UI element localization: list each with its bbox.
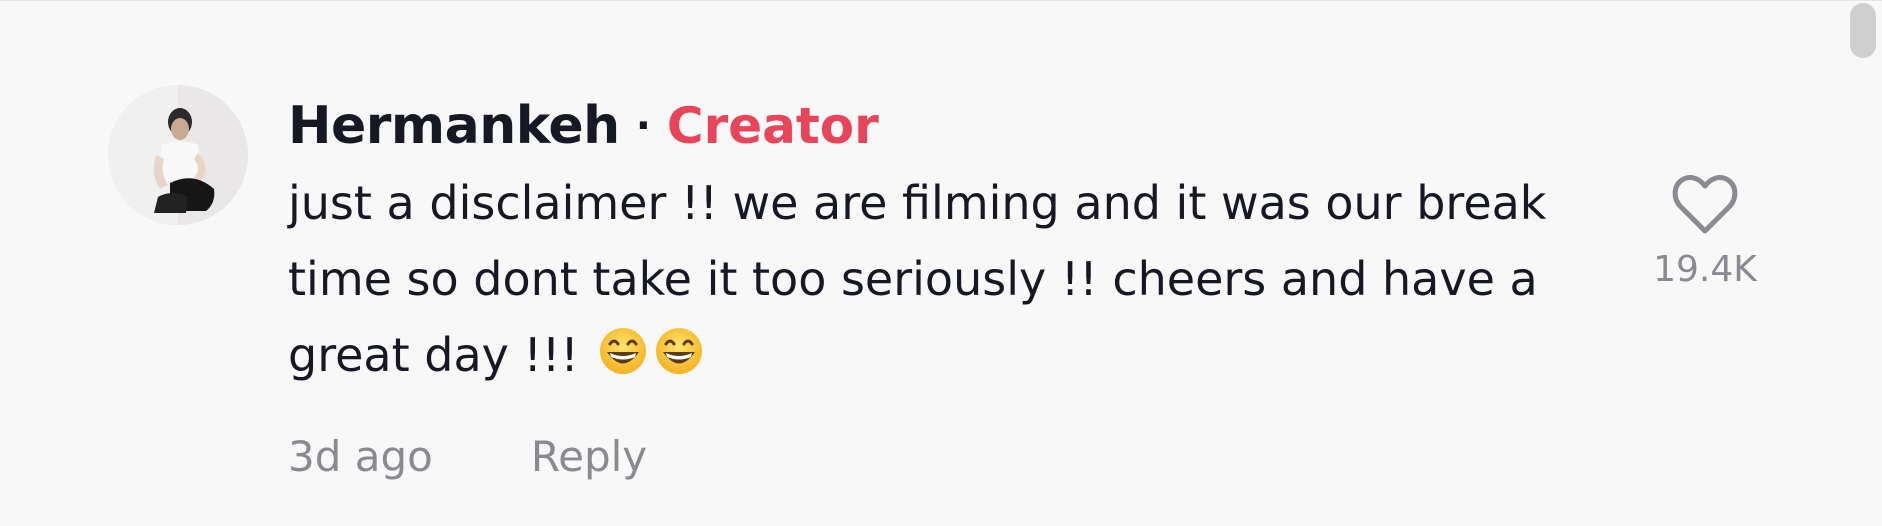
avatar[interactable] — [108, 85, 248, 225]
grinning-face-with-smiling-eyes-icon — [600, 328, 647, 374]
comment-text-content: just a disclaimer !! we are filming and … — [288, 176, 1547, 382]
creator-badge: Creator — [666, 97, 879, 155]
like-section: 19.4K — [1650, 169, 1760, 290]
comment-text: just a disclaimer !! we are filming and … — [288, 165, 1608, 393]
scrollbar-thumb[interactable] — [1850, 3, 1876, 58]
reply-button[interactable]: Reply — [531, 432, 647, 481]
separator-dot: · — [635, 103, 651, 149]
avatar-image — [108, 85, 248, 225]
comment-panel: Hermankeh · Creator just a disclaimer !!… — [0, 0, 1882, 526]
comment-body: Hermankeh · Creator just a disclaimer !!… — [288, 89, 1608, 393]
comment-header: Hermankeh · Creator — [288, 89, 1608, 163]
comment-meta: 3d ago Reply — [288, 426, 647, 486]
heart-outline-icon — [1672, 175, 1738, 234]
like-button[interactable] — [1669, 169, 1741, 241]
grinning-face-with-smiling-eyes-icon — [656, 328, 703, 374]
comment-author[interactable]: Hermankeh — [288, 96, 620, 156]
comment-timestamp: 3d ago — [288, 431, 433, 481]
like-count: 19.4K — [1653, 249, 1757, 290]
